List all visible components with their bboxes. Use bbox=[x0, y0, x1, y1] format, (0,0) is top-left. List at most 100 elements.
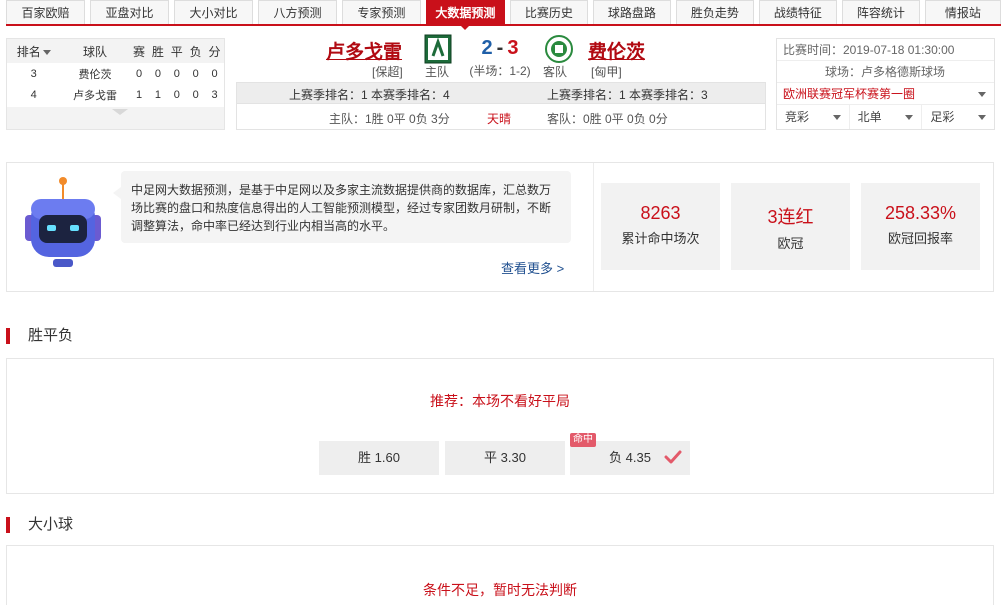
tab-lineup-stats[interactable]: 阵容统计 bbox=[841, 0, 920, 24]
section-title-wdl: 胜平负 bbox=[6, 326, 73, 346]
cell-team: 卢多戈雷 bbox=[73, 89, 117, 102]
stat-value: 8263 bbox=[640, 203, 681, 223]
tab-ball-route[interactable]: 球路盘路 bbox=[592, 0, 671, 24]
tab-record-features[interactable]: 战绩特征 bbox=[758, 0, 837, 24]
cell-lost: 0 bbox=[192, 88, 199, 101]
away-team-logo-icon bbox=[545, 35, 573, 63]
expand-caret-icon bbox=[112, 109, 128, 115]
weather: 天晴 bbox=[487, 112, 512, 126]
hit-badge: 命中 bbox=[570, 433, 596, 447]
big-data-intro: 中足网大数据预测，是基于中足网以及多家主流数据提供商的数据库，汇总数万场比赛的盘… bbox=[6, 162, 994, 292]
sort-caret-icon bbox=[42, 49, 51, 55]
table-row: 4 卢多戈雷 1 1 0 0 3 bbox=[7, 84, 224, 105]
stat-value: 258.33% bbox=[884, 203, 957, 223]
chevron-down-icon bbox=[905, 115, 914, 120]
cell-rank: 4 bbox=[30, 88, 37, 101]
col-rank[interactable]: 排名 bbox=[7, 39, 61, 63]
stat-streak: 3连红 欧冠 bbox=[731, 183, 850, 270]
home-season-rank: 上赛季排名：1 本赛季排名：4 bbox=[289, 88, 450, 102]
stat-return-rate: 258.33% 欧冠回报率 bbox=[861, 183, 980, 270]
home-team-name[interactable]: 卢多戈雷 bbox=[326, 37, 402, 64]
tab-big-data[interactable]: 大数据预测 bbox=[425, 0, 505, 30]
away-season-rank: 上赛季排名：1 本赛季排名：3 bbox=[547, 88, 708, 102]
stat-label: 欧冠回报率 bbox=[887, 231, 953, 246]
divider bbox=[593, 163, 594, 291]
wdl-recommendation: 推荐：本场不看好平局 bbox=[430, 393, 570, 409]
odds-lose[interactable]: 命中 负 4.35 bbox=[570, 433, 690, 475]
col-team: 球队 bbox=[60, 39, 130, 63]
tab-match-history[interactable]: 比赛历史 bbox=[509, 0, 588, 24]
select-label: 足彩 bbox=[930, 110, 955, 124]
odds-draw[interactable]: 平 3.30 bbox=[445, 441, 565, 475]
cell-played: 1 bbox=[135, 88, 143, 101]
cell-draw: 0 bbox=[173, 67, 180, 80]
robot-mascot-icon bbox=[25, 177, 101, 267]
tab-intel[interactable]: 情报站 bbox=[924, 0, 1001, 24]
odds-win[interactable]: 胜 1.60 bbox=[319, 441, 439, 475]
stat-hit-count: 8263 累计命中场次 bbox=[601, 183, 720, 270]
over-under-panel: 条件不足，暂时无法判断 bbox=[6, 545, 994, 605]
select-label: 北单 bbox=[857, 110, 882, 124]
odds-lose-label: 负 4.35 bbox=[609, 450, 651, 465]
chevron-down-icon bbox=[978, 115, 987, 120]
cell-rank: 3 bbox=[30, 67, 37, 80]
home-label: 主队 bbox=[425, 65, 450, 79]
cell-played: 0 bbox=[135, 67, 143, 80]
match-info-panel: 比赛时间：2019-07-18 01:30:00 球场：卢多格德斯球场 欧洲联赛… bbox=[776, 38, 995, 130]
section-title-over-under: 大小球 bbox=[6, 515, 73, 535]
competition-select[interactable]: 欧洲联赛冠军杯赛第一圈 bbox=[777, 83, 994, 105]
league-standings: 排名 球队 赛 胜 平 负 分 3 费伦茨 0 0 0 0 0 4 卢多戈雷 1… bbox=[6, 38, 225, 130]
wdl-panel: 推荐：本场不看好平局 胜 1.60 平 3.30 命中 负 4.35 bbox=[6, 358, 994, 494]
cell-points: 0 bbox=[211, 67, 218, 80]
select-label: 竞彩 bbox=[785, 110, 810, 124]
col-won: 胜 bbox=[148, 39, 168, 63]
lottery-select-jingcai[interactable]: 竞彩 bbox=[777, 105, 850, 129]
home-team-logo-icon bbox=[424, 34, 452, 64]
lottery-select-beidan[interactable]: 北单 bbox=[850, 105, 923, 129]
cell-points: 3 bbox=[211, 88, 218, 101]
away-league: [匈甲] bbox=[591, 65, 622, 79]
col-lost: 负 bbox=[186, 39, 206, 63]
home-record: 主队：1胜 0平 0负 3分 bbox=[329, 112, 450, 126]
full-time-score: 2-3 bbox=[470, 37, 530, 60]
home-score: 2 bbox=[481, 37, 493, 59]
home-league: [保超] bbox=[372, 65, 403, 79]
stat-label: 欧冠 bbox=[777, 236, 804, 251]
lottery-select-zucai[interactable]: 足彩 bbox=[922, 105, 994, 129]
team-record-bar: 主队：1胜 0平 0负 3分 天晴 客队：0胜 0平 0负 0分 bbox=[236, 104, 766, 130]
season-ranking-bar: 上赛季排名：1 本赛季排名：4 上赛季排名：1 本赛季排名：3 bbox=[236, 82, 766, 104]
match-venue: 球场：卢多格德斯球场 bbox=[777, 61, 994, 83]
half-time-score: (半场：1-2) bbox=[469, 64, 531, 78]
standings-expand[interactable] bbox=[7, 107, 224, 129]
view-more-link[interactable]: 查看更多 > bbox=[501, 258, 564, 277]
tab-expert-predictions[interactable]: 专家预测 bbox=[341, 0, 421, 24]
tab-asian-handicap[interactable]: 亚盘对比 bbox=[89, 0, 169, 24]
tab-over-under[interactable]: 大小对比 bbox=[173, 0, 253, 24]
score-separator: - bbox=[496, 37, 504, 59]
col-draw: 平 bbox=[167, 39, 187, 63]
away-team-name[interactable]: 费伦茨 bbox=[588, 37, 645, 64]
check-icon bbox=[664, 450, 682, 464]
chevron-down-icon bbox=[978, 92, 986, 97]
stat-label: 累计命中场次 bbox=[621, 231, 700, 246]
cell-team: 费伦茨 bbox=[78, 68, 112, 81]
top-tab-bar: 百家欧赔 亚盘对比 大小对比 八方预测 专家预测 大数据预测 比赛历史 球路盘路… bbox=[6, 0, 1001, 30]
away-record: 客队：0胜 0平 0负 0分 bbox=[547, 112, 668, 126]
col-played: 赛 bbox=[129, 39, 149, 63]
cell-won: 1 bbox=[154, 88, 161, 101]
col-points: 分 bbox=[205, 39, 224, 63]
tab-win-trend[interactable]: 胜负走势 bbox=[675, 0, 754, 24]
tab-eight-predictions[interactable]: 八方预测 bbox=[257, 0, 337, 24]
match-time: 比赛时间：2019-07-18 01:30:00 bbox=[777, 39, 994, 61]
intro-bubble: 中足网大数据预测，是基于中足网以及多家主流数据提供商的数据库，汇总数万场比赛的盘… bbox=[113, 171, 571, 243]
tab-europe-odds[interactable]: 百家欧赔 bbox=[6, 0, 85, 24]
over-under-message: 条件不足，暂时无法判断 bbox=[423, 582, 577, 598]
cell-draw: 0 bbox=[173, 88, 180, 101]
cell-lost: 0 bbox=[192, 67, 199, 80]
chevron-down-icon bbox=[832, 115, 841, 120]
intro-text: 中足网大数据预测，是基于中足网以及多家主流数据提供商的数据库，汇总数万场比赛的盘… bbox=[131, 183, 552, 233]
table-row: 3 费伦茨 0 0 0 0 0 bbox=[7, 63, 224, 84]
standings-header: 排名 球队 赛 胜 平 负 分 bbox=[7, 39, 224, 63]
away-score: 3 bbox=[507, 37, 519, 59]
stat-value: 3连红 bbox=[767, 207, 814, 227]
